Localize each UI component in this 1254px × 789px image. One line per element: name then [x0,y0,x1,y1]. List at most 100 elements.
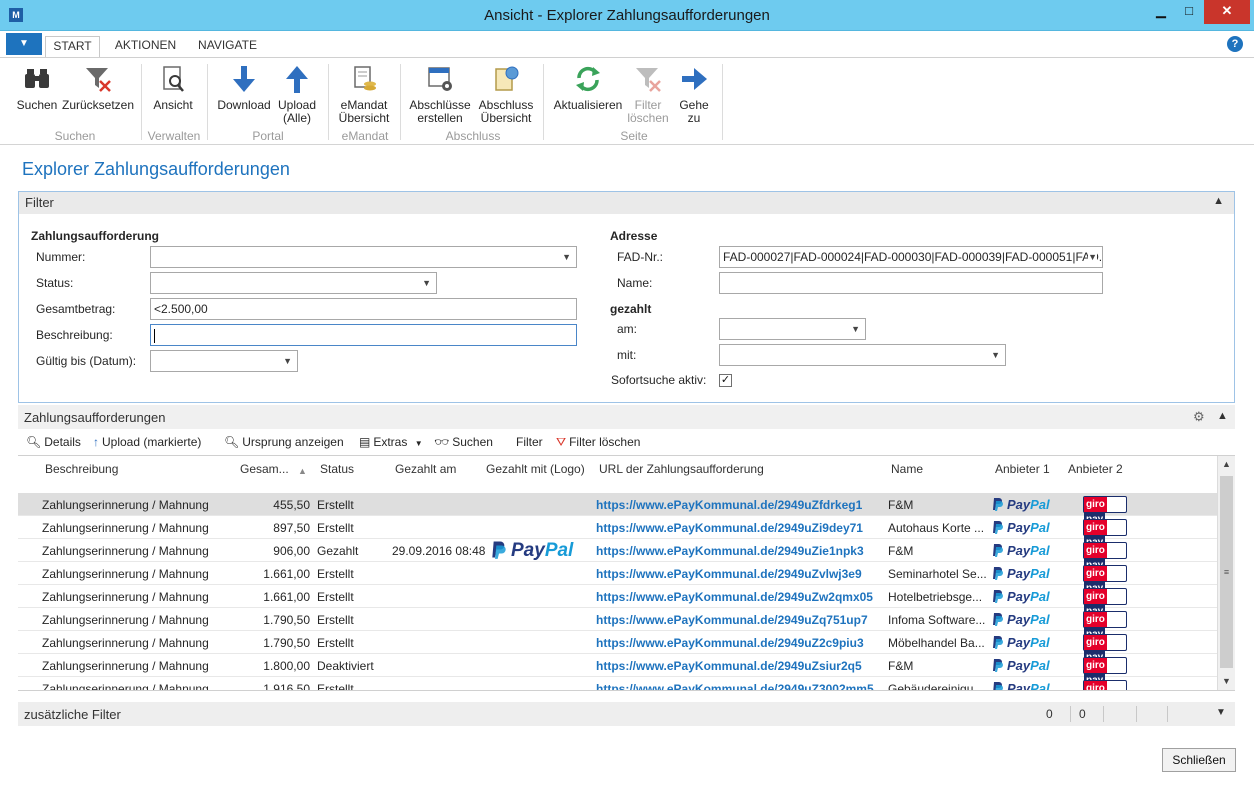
table-row[interactable]: Zahlungserinnerung / Mahnung 1.916,50 Erst… [18,677,1217,691]
minimize-button[interactable]: ▁ [1147,0,1175,24]
cell-url-link[interactable]: https://www.ePayKommunal.de/2949uZfdrkeg… [596,498,879,512]
filter-panel: Filter ▲ Zahlungsaufforderung Nummer: ▼ … [18,191,1235,403]
paypal-pay-text: Pay [1007,497,1031,512]
filter-list-button[interactable]: Filter [516,435,543,449]
table-row[interactable]: Zahlungserinnerung / Mahnung 1.790,50 Erst… [18,608,1217,642]
cell-url-link[interactable]: https://www.ePayKommunal.de/2949uZi9dey7… [596,521,879,535]
extras-menu[interactable]: ▤ Extras ▼ [359,435,423,449]
collapse-icon[interactable]: ▲ [1213,195,1224,207]
gesamtbetrag-field[interactable]: <2.500,00 [150,298,577,320]
app-menu-button[interactable]: ▼ [6,33,42,55]
column-status[interactable]: Status [320,462,354,476]
gears-icon[interactable]: ⚙ [1193,409,1205,425]
tab-navigate[interactable]: NAVIGATE [190,36,265,58]
table-row[interactable]: Zahlungserinnerung / Mahnung 455,50 Erstel… [18,493,1217,527]
gueltig-bis-field[interactable]: ▼ [150,350,298,372]
cell-url-link[interactable]: https://www.ePayKommunal.de/2949uZw2qmx0… [596,590,879,604]
table-row[interactable]: Zahlungserinnerung / Mahnung 897,50 Erstel… [18,516,1217,550]
ursprung-anzeigen-button[interactable]: 🔍︎ Ursprung anzeigen [224,435,344,449]
cell-url-link[interactable]: https://www.ePayKommunal.de/2949uZ3002mm… [596,682,879,690]
abschluss-uebersicht-button[interactable]: Abschluss Übersicht [475,64,537,125]
table-row[interactable]: Zahlungserinnerung / Mahnung 1.800,00 Deak… [18,654,1217,688]
download-button[interactable]: Download [215,64,273,112]
filter-loeschen-label: Filter löschen [569,435,641,449]
scroll-up-icon[interactable]: ▲ [1218,456,1235,473]
table-row[interactable]: Zahlungserinnerung / Mahnung 1.790,50 Erst… [18,631,1217,665]
beschreibung-label: Beschreibung: [36,328,113,342]
chevron-down-icon[interactable]: ▼ [283,351,292,371]
table-row[interactable]: Zahlungserinnerung / Mahnung 1.661,00 Erst… [18,585,1217,619]
cell-gesamtbetrag: 1.916,50 [263,682,310,691]
scroll-thumb[interactable]: ≡ [1220,476,1233,668]
column-beschreibung[interactable]: Beschreibung [45,462,118,476]
column-gezahlt-mit[interactable]: Gezahlt mit (Logo) [486,462,585,476]
column-gezahlt-am[interactable]: Gezahlt am [395,462,456,476]
table-row[interactable]: Zahlungserinnerung / Mahnung 1.661,00 Erst… [18,562,1217,596]
zuruecksetzen-button[interactable]: Zurücksetzen [61,64,135,112]
tab-start[interactable]: START [45,36,100,59]
cell-name: Infoma Software... [888,613,986,627]
details-button[interactable]: 🔍︎ Details [26,435,81,449]
suchen-list-button[interactable]: 👓︎ Suchen [434,435,493,449]
collapse-icon[interactable]: ▲ [1217,410,1228,422]
status-field[interactable]: ▼ [150,272,437,294]
section-zahlungsaufforderung: Zahlungsaufforderung [31,229,159,243]
scroll-down-icon[interactable]: ▼ [1218,673,1235,690]
paypal-pal-text: Pal [1030,612,1050,627]
cell-url-link[interactable]: https://www.ePayKommunal.de/2949uZie1npk… [596,544,879,558]
cell-status: Gezahlt [317,544,359,558]
ribbon-separator [722,64,723,140]
filter-ribbon-label-2: löschen [627,111,669,125]
filter-header[interactable]: Filter ▲ [19,192,1234,214]
aktualisieren-button[interactable]: Aktualisieren [551,64,625,112]
ansicht-button[interactable]: Ansicht [148,64,198,112]
chevron-down-icon[interactable]: ▼ [1088,247,1097,267]
column-gesamtbetrag[interactable]: Gesam... [240,462,289,476]
zusaetzliche-filter-bar[interactable]: zusätzliche Filter 0 0 ▼ [18,702,1235,726]
sofortsuche-checkbox[interactable]: ✓ [719,374,732,387]
chevron-down-icon[interactable]: ▼ [562,247,571,267]
cell-url-link[interactable]: https://www.ePayKommunal.de/2949uZ2c9piu… [596,636,879,650]
maximize-button[interactable]: □ [1176,0,1202,24]
nummer-field[interactable]: ▼ [150,246,577,268]
vertical-scrollbar[interactable]: ▲ ≡ ▼ [1217,456,1235,690]
emandat-uebersicht-button[interactable]: eMandat Übersicht [336,64,392,125]
cell-status: Erstellt [317,498,354,512]
filter-loeschen-ribbon-button[interactable]: Filter löschen [626,64,670,125]
arrow-right-icon [682,68,707,90]
chevron-down-icon[interactable]: ▼ [422,273,431,293]
column-anbieter1[interactable]: Anbieter 1 [995,462,1050,476]
cell-beschreibung: Zahlungserinnerung / Mahnung [42,613,209,627]
tab-aktionen[interactable]: AKTIONEN [108,36,183,58]
chevron-down-icon[interactable]: ▼ [851,319,860,339]
list-section-header[interactable]: Zahlungsaufforderungen ⚙ ▲ [18,405,1235,429]
table-row[interactable]: Zahlungserinnerung / Mahnung 906,00 Gezahl… [18,539,1217,573]
chevron-down-icon[interactable]: ▼ [991,345,1000,365]
upload-markierte-button[interactable]: ↑ Upload (markierte) [93,435,201,449]
chevron-down-icon[interactable]: ▼ [1216,707,1226,718]
cell-url-link[interactable]: https://www.ePayKommunal.de/2949uZsiur2q… [596,659,879,673]
column-name[interactable]: Name [891,462,923,476]
suchen-button[interactable]: Suchen [15,64,59,112]
cell-url-link[interactable]: https://www.ePayKommunal.de/2949uZq751up… [596,613,879,627]
name-field[interactable] [719,272,1103,294]
abschluesse-erstellen-button[interactable]: Abschlüsse erstellen [408,64,472,125]
column-url[interactable]: URL der Zahlungsaufforderung [599,462,764,476]
mit-field[interactable]: ▼ [719,344,1006,366]
giropay-giro-text: giro [1084,520,1107,535]
schliessen-button[interactable]: Schließen [1162,748,1236,772]
giropay-giro-text: giro [1084,497,1107,512]
fad-nr-field[interactable]: FAD-000027|FAD-000024|FAD-000030|FAD-000… [719,246,1103,268]
paypal-pay-text: Pay [1007,566,1031,581]
column-anbieter2[interactable]: Anbieter 2 [1068,462,1123,476]
am-field[interactable]: ▼ [719,318,866,340]
binoculars-icon [25,69,49,88]
gehe-zu-button[interactable]: Gehe zu [674,64,714,125]
beschreibung-field[interactable] [150,324,577,346]
filter-loeschen-list-button[interactable]: ⛛ Filter löschen [556,435,640,450]
close-window-button[interactable]: ✕ [1204,0,1250,24]
cell-url-link[interactable]: https://www.ePayKommunal.de/2949uZvlwj3e… [596,567,879,581]
list-toolbar: 🔍︎ Details ↑ Upload (markierte) 🔍︎ Ursprung… [18,430,1235,455]
upload-alle-button[interactable]: Upload (Alle) [275,64,319,125]
help-icon[interactable]: ? [1227,36,1243,52]
